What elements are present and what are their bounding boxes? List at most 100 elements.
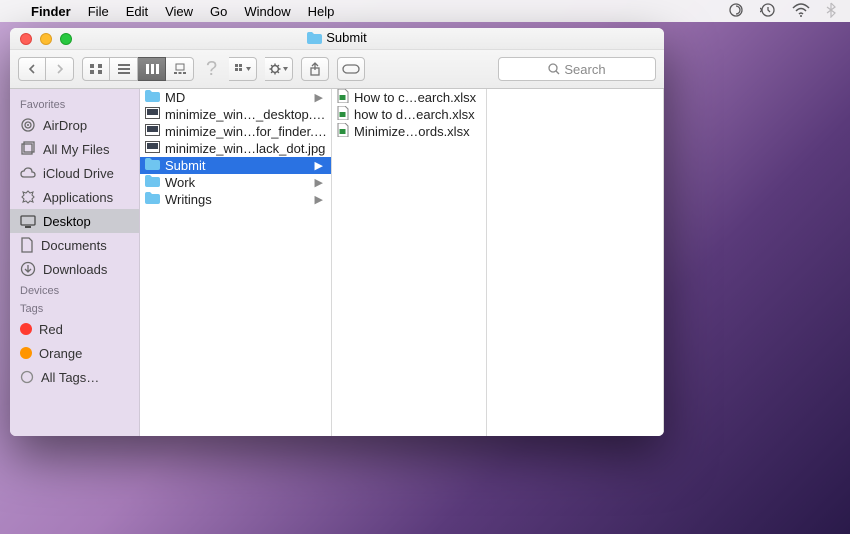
cloud-icon [20,167,36,179]
action-group [265,57,293,81]
file-label: Writings [165,192,310,207]
file-label: MD [165,90,310,105]
file-row[interactable]: How to c…earch.xlsx [332,89,486,106]
sidebar-item-icloud[interactable]: iCloud Drive [10,161,139,185]
toolbar: ? Search [10,50,664,89]
timemachine-icon[interactable] [760,2,776,21]
sidebar-item-allfiles[interactable]: All My Files [10,137,139,161]
column-3[interactable] [487,89,664,436]
file-row[interactable]: MD ▶ [140,89,331,106]
chevron-right-icon: ▶ [315,193,327,206]
share-button[interactable] [301,57,329,81]
chevron-right-icon: ▶ [315,176,327,189]
sidebar-item-label: All Tags… [41,370,99,385]
bluetooth-icon[interactable] [826,2,836,21]
file-row[interactable]: minimize_win…lack_dot.jpg [140,140,331,157]
chevron-right-icon: ▶ [315,91,327,104]
xlsx-icon [337,106,349,123]
documents-icon [20,237,34,253]
downloads-icon [20,261,36,277]
menu-file[interactable]: File [88,4,109,19]
back-button[interactable] [18,57,46,81]
sidebar-item-label: Documents [41,238,107,253]
arrange-button[interactable] [229,57,257,81]
sidebar-heading-favorites: Favorites [10,95,139,113]
sidebar: Favorites AirDrop All My Files iCloud Dr… [10,89,140,436]
file-label: Submit [165,158,310,173]
file-row[interactable]: Work ▶ [140,174,331,191]
image-icon [145,141,160,156]
folder-icon [307,32,322,47]
desktop-icon [20,215,36,228]
toggle-icon[interactable] [728,2,744,21]
view-icons[interactable] [82,57,110,81]
tag-dot-icon [20,323,32,335]
folder-icon [145,90,160,105]
file-row[interactable]: Submit ▶ [140,157,331,174]
sidebar-item-label: iCloud Drive [43,166,114,181]
sidebar-item-downloads[interactable]: Downloads [10,257,139,281]
sidebar-item-documents[interactable]: Documents [10,233,139,257]
nav-buttons [18,57,74,81]
menu-help[interactable]: Help [308,4,335,19]
menu-go[interactable]: Go [210,4,227,19]
view-columns[interactable] [138,57,166,81]
sidebar-item-desktop[interactable]: Desktop [10,209,139,233]
sidebar-item-label: AirDrop [43,118,87,133]
file-label: Minimize…ords.xlsx [354,124,482,139]
search-field[interactable]: Search [498,57,656,81]
column-2[interactable]: How to c…earch.xlsx how to d…earch.xlsx Mi… [332,89,487,436]
file-label: minimize_win…_desktop.jpg [165,107,327,122]
file-row[interactable]: minimize_win…_desktop.jpg [140,106,331,123]
image-icon [145,107,160,122]
sidebar-item-applications[interactable]: Applications [10,185,139,209]
view-list[interactable] [110,57,138,81]
action-button[interactable] [265,57,293,81]
zoom-button[interactable] [60,33,72,45]
sidebar-tag-orange[interactable]: Orange [10,341,139,365]
sidebar-alltags[interactable]: All Tags… [10,365,139,389]
search-icon [548,63,560,75]
column-browser: MD ▶ minimize_win…_desktop.jpg minimize_win… [140,89,664,436]
sidebar-item-airdrop[interactable]: AirDrop [10,113,139,137]
tags-button[interactable] [337,57,365,81]
file-label: minimize_win…lack_dot.jpg [165,141,327,156]
wifi-icon[interactable] [792,3,810,20]
menubar-status [728,2,836,21]
menu-window[interactable]: Window [244,4,290,19]
sidebar-item-label: Desktop [43,214,91,229]
file-label: minimize_win…for_finder.jpg [165,124,327,139]
file-row[interactable]: Writings ▶ [140,191,331,208]
titlebar[interactable]: Submit [10,28,664,50]
minimize-button[interactable] [40,33,52,45]
finder-window: Submit ? Search Favorite [10,28,664,436]
chevron-right-icon: ▶ [315,159,327,172]
sidebar-heading-devices: Devices [10,281,139,299]
menu-view[interactable]: View [165,4,193,19]
image-icon [145,124,160,139]
tag-dot-icon [20,347,32,359]
xlsx-icon [337,89,349,106]
file-row[interactable]: minimize_win…for_finder.jpg [140,123,331,140]
sidebar-tag-red[interactable]: Red [10,317,139,341]
file-label: how to d…earch.xlsx [354,107,482,122]
close-button[interactable] [20,33,32,45]
arrange-group [229,57,257,81]
column-1[interactable]: MD ▶ minimize_win…_desktop.jpg minimize_win… [140,89,332,436]
window-title: Submit [10,30,664,47]
sidebar-item-label: Downloads [43,262,107,277]
menubar: Finder File Edit View Go Window Help [0,0,850,22]
help-icon: ? [202,58,221,81]
view-gallery[interactable] [166,57,194,81]
file-label: How to c…earch.xlsx [354,90,482,105]
file-row[interactable]: how to d…earch.xlsx [332,106,486,123]
forward-button[interactable] [46,57,74,81]
file-row[interactable]: Minimize…ords.xlsx [332,123,486,140]
airdrop-icon [20,117,36,133]
menubar-app[interactable]: Finder [31,4,71,19]
menu-edit[interactable]: Edit [126,4,148,19]
allfiles-icon [20,141,36,157]
sidebar-item-label: Red [39,322,63,337]
sidebar-heading-tags: Tags [10,299,139,317]
file-label: Work [165,175,310,190]
